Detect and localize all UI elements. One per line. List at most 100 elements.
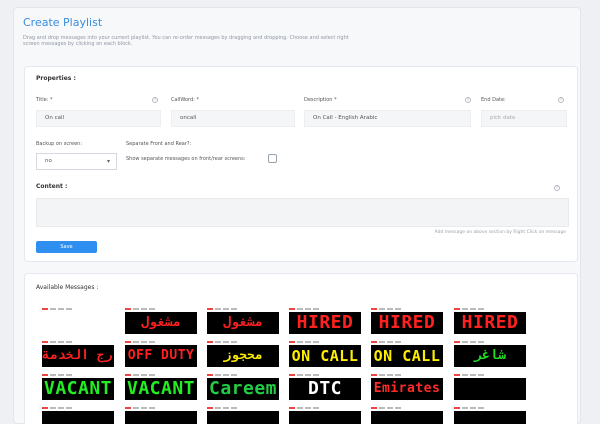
message-tile[interactable]: Emirates xyxy=(371,374,443,400)
led-screen xyxy=(42,312,114,334)
available-messages-panel: Available Messages : مشغول مشغول HIRED HIRE… xyxy=(24,273,578,424)
led-screen: HIRED xyxy=(289,312,361,334)
page-description: Drag and drop messages into your current… xyxy=(23,35,349,47)
led-screen: خارج الخدمة xyxy=(42,345,114,367)
end-date-input[interactable]: pick date xyxy=(481,110,567,127)
tile-indicator xyxy=(289,341,319,343)
led-screen: شاغر xyxy=(454,345,526,367)
message-tile[interactable] xyxy=(125,407,197,424)
tile-indicator xyxy=(371,308,401,310)
message-tile[interactable] xyxy=(42,308,114,334)
message-tile[interactable]: خارج الخدمة xyxy=(42,341,114,367)
message-tile[interactable]: Careem xyxy=(207,374,279,400)
tile-indicator xyxy=(42,341,72,343)
end-date-label: End Date: xyxy=(481,97,506,103)
tile-indicator xyxy=(125,374,155,376)
message-tile[interactable]: OFF DUTY xyxy=(125,341,197,367)
led-screen xyxy=(42,411,114,424)
tile-indicator xyxy=(454,341,484,343)
help-icon[interactable]: ? xyxy=(554,185,560,191)
available-heading: Available Messages : xyxy=(36,284,99,291)
help-icon[interactable]: ? xyxy=(558,97,564,103)
led-screen: ON CALL xyxy=(371,345,443,367)
led-screen: ON CALL xyxy=(289,345,361,367)
led-screen: مشغول xyxy=(125,312,197,334)
separate-checkbox-label: Show separate messages on front/rear scr… xyxy=(126,156,246,162)
separate-label: Separate Front and Rear?: xyxy=(126,141,192,147)
message-tile[interactable] xyxy=(42,407,114,424)
tile-indicator xyxy=(289,374,319,376)
content-heading: Content : xyxy=(36,183,68,190)
properties-heading: Properties : xyxy=(36,75,76,82)
tile-indicator xyxy=(454,374,484,376)
title-label: Title: * xyxy=(36,97,53,103)
led-screen: Careem xyxy=(207,378,279,400)
tile-indicator xyxy=(42,407,72,409)
properties-panel: Properties : Title: * ? On call CallWord… xyxy=(24,66,578,262)
message-tile[interactable] xyxy=(454,407,526,424)
message-tile[interactable]: DTC xyxy=(289,374,361,400)
led-screen xyxy=(289,411,361,424)
tile-indicator xyxy=(454,308,484,310)
description-input[interactable]: On Call - English Arabic xyxy=(304,110,471,127)
led-screen: HIRED xyxy=(454,312,526,334)
tile-indicator xyxy=(454,407,484,409)
backup-label: Backup on screen: xyxy=(36,141,83,147)
help-icon[interactable]: ? xyxy=(465,97,471,103)
message-tile[interactable] xyxy=(289,407,361,424)
tile-indicator xyxy=(207,341,237,343)
tile-indicator xyxy=(125,407,155,409)
message-tile[interactable]: HIRED xyxy=(371,308,443,334)
backup-select-value: no xyxy=(45,158,52,164)
help-icon[interactable]: ? xyxy=(152,97,158,103)
led-screen xyxy=(454,411,526,424)
message-tile[interactable]: مشغول xyxy=(207,308,279,334)
callword-label: CallWord: * xyxy=(171,97,199,103)
led-screen: محجوز xyxy=(207,345,279,367)
message-tile[interactable]: ON CALL xyxy=(371,341,443,367)
save-button[interactable]: Save xyxy=(36,241,97,253)
tile-indicator xyxy=(371,374,401,376)
message-tile[interactable]: محجوز xyxy=(207,341,279,367)
led-screen xyxy=(454,378,526,400)
message-tile[interactable]: VACANT xyxy=(42,374,114,400)
message-tile[interactable]: مشغول xyxy=(125,308,197,334)
led-screen: HIRED xyxy=(371,312,443,334)
message-tile[interactable] xyxy=(454,374,526,400)
message-tile[interactable]: ON CALL xyxy=(289,341,361,367)
led-screen: Emirates xyxy=(371,378,443,400)
tile-indicator xyxy=(207,308,237,310)
tile-indicator xyxy=(371,407,401,409)
led-screen: OFF DUTY xyxy=(125,345,197,367)
callword-input[interactable]: oncall xyxy=(171,110,295,127)
led-screen xyxy=(207,411,279,424)
tile-indicator xyxy=(125,341,155,343)
content-hint: Add message on above section by Right Cl… xyxy=(434,230,566,235)
tile-indicator xyxy=(42,308,72,310)
led-screen: VACANT xyxy=(125,378,197,400)
separate-checkbox[interactable] xyxy=(268,154,277,163)
tile-indicator xyxy=(125,308,155,310)
message-tile[interactable]: HIRED xyxy=(454,308,526,334)
title-input[interactable]: On call xyxy=(36,110,161,127)
message-tile[interactable]: VACANT xyxy=(125,374,197,400)
led-screen xyxy=(125,411,197,424)
tile-indicator xyxy=(207,374,237,376)
led-screen: DTC xyxy=(289,378,361,400)
chevron-down-icon: ▾ xyxy=(106,158,110,165)
message-tile[interactable]: شاغر xyxy=(454,341,526,367)
tile-indicator xyxy=(207,407,237,409)
message-tile[interactable]: HIRED xyxy=(289,308,361,334)
tile-indicator xyxy=(289,308,319,310)
message-tile[interactable] xyxy=(207,407,279,424)
led-screen: مشغول xyxy=(207,312,279,334)
message-tile[interactable] xyxy=(371,407,443,424)
page-title: Create Playlist xyxy=(23,16,103,29)
tile-indicator xyxy=(371,341,401,343)
tile-indicator xyxy=(289,407,319,409)
backup-select[interactable]: no ▾ xyxy=(36,153,117,170)
led-screen: VACANT xyxy=(42,378,114,400)
content-dropzone[interactable] xyxy=(36,198,569,227)
tile-indicator xyxy=(42,374,72,376)
description-label: Description * xyxy=(304,97,337,103)
